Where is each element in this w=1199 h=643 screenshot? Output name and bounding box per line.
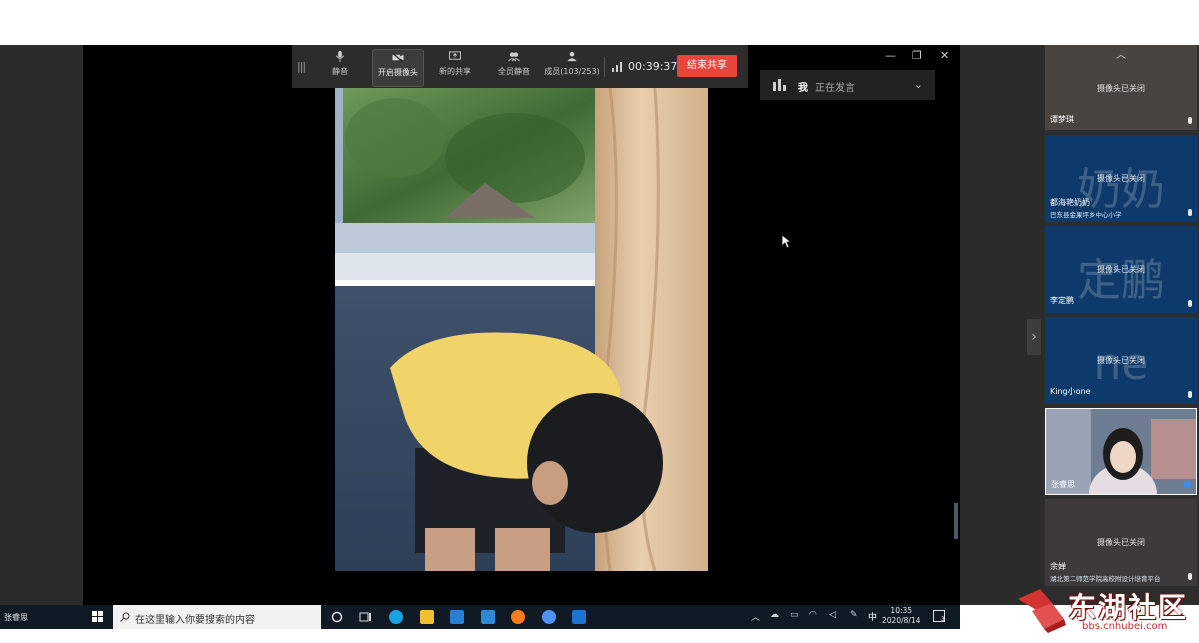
speaker-status: 正在发言 bbox=[815, 83, 855, 94]
camera-off-text: 摄像头已关闭 bbox=[1097, 174, 1145, 183]
participant-name: 都海艳奶奶 bbox=[1050, 198, 1090, 207]
camera-off-text: 摄像头已关闭 bbox=[1097, 265, 1145, 274]
participant-org: 湖北第二师范学院高校附设计培育平台 bbox=[1050, 575, 1161, 583]
speaking-bars-icon bbox=[773, 79, 786, 91]
mute-all-button[interactable]: 全员静音 bbox=[494, 49, 534, 85]
minimize-icon[interactable]: — bbox=[885, 49, 896, 62]
panel-gap: › bbox=[954, 45, 1043, 605]
new-share-button[interactable]: 新的共享 bbox=[437, 49, 473, 85]
participant-tile[interactable]: ne 摄像头已关闭 King小one bbox=[1045, 317, 1197, 404]
volume-icon[interactable]: ◁ bbox=[829, 610, 836, 620]
video-scene bbox=[335, 88, 708, 571]
camera-off-icon bbox=[392, 52, 404, 63]
start-camera-button[interactable]: 开启摄像头 bbox=[372, 49, 424, 87]
participant-tile[interactable]: 奶奶 摄像头已关闭 都海艳奶奶 巴东县金果坪乡中心小学 bbox=[1045, 135, 1197, 222]
share-label: 新的共享 bbox=[439, 67, 471, 76]
scroll-indicator bbox=[954, 503, 958, 539]
members-label: 成员(103/253) bbox=[544, 67, 600, 76]
user-label: 张睿思 bbox=[4, 613, 28, 622]
file-explorer-icon[interactable] bbox=[420, 610, 434, 624]
mute-all-label: 全员静音 bbox=[498, 67, 530, 76]
mic-icon bbox=[1188, 391, 1192, 398]
camera-on-icon bbox=[1184, 481, 1191, 487]
end-share-button[interactable]: 结束共享 bbox=[677, 55, 737, 77]
participant-name: 李定鹏 bbox=[1050, 296, 1074, 305]
camera-off-text: 摄像头已关闭 bbox=[1097, 538, 1145, 547]
meeting-toolbar: ||| 静音 开启摄像头 新的共享 全员静音 成员(103/253) 00:39… bbox=[292, 45, 748, 88]
participant-name: King小one bbox=[1050, 387, 1091, 396]
microphone-icon bbox=[335, 51, 345, 62]
clock-time: 10:35 bbox=[890, 606, 913, 615]
shared-video-frame bbox=[335, 88, 708, 571]
ime-indicator[interactable]: 中 bbox=[868, 610, 877, 623]
cortana-icon[interactable] bbox=[330, 610, 344, 624]
participant-tile[interactable]: 摄像头已关闭 余婵 湖北第二师范学院高校附设计培育平台 bbox=[1045, 499, 1197, 586]
mute-button[interactable]: 静音 bbox=[322, 49, 358, 85]
toolbar-divider bbox=[604, 57, 605, 77]
mic-icon bbox=[1188, 117, 1192, 124]
participant-list: 摄像头已关闭 谭梦琪 奶奶 摄像头已关闭 都海艳奶奶 巴东县金果坪乡中心小学 定… bbox=[1043, 45, 1199, 605]
participant-name: 余婵 bbox=[1050, 562, 1066, 571]
mic-icon bbox=[1188, 209, 1192, 216]
media-player-icon[interactable] bbox=[572, 610, 586, 624]
windows-start-icon[interactable] bbox=[92, 611, 103, 622]
site-watermark: 东湖社区 bbs.cnhubei.com bbox=[1018, 583, 1199, 643]
taskbar-clock[interactable]: 10:35 2020/8/14 bbox=[882, 606, 920, 626]
participant-org: 巴东县金果坪乡中心小学 bbox=[1050, 211, 1122, 219]
participant-tile[interactable]: 定鹏 摄像头已关闭 李定鹏 bbox=[1045, 226, 1197, 313]
drag-handle-icon[interactable]: ||| bbox=[297, 60, 306, 73]
task-view-icon[interactable] bbox=[359, 610, 373, 624]
mic-icon bbox=[1188, 300, 1192, 307]
notification-count: 3 bbox=[941, 616, 945, 623]
tray-expand-icon[interactable]: ︿ bbox=[751, 610, 760, 623]
battery-icon[interactable]: ▭ bbox=[790, 610, 799, 620]
camera-off-text: 摄像头已关闭 bbox=[1097, 84, 1145, 93]
close-icon[interactable]: ✕ bbox=[940, 49, 949, 62]
speaker-panel[interactable]: 我 正在发言 ⌄ bbox=[760, 70, 935, 100]
meeting-app-icon[interactable] bbox=[542, 610, 556, 624]
left-strip bbox=[0, 45, 83, 605]
camera-label: 开启摄像头 bbox=[378, 68, 418, 77]
mail-icon[interactable] bbox=[481, 610, 495, 624]
network-icon[interactable]: ◠ bbox=[809, 610, 817, 620]
participant-tile-active[interactable]: 张睿思 bbox=[1045, 408, 1197, 495]
meeting-timer: 00:39:37 bbox=[628, 60, 678, 73]
windows-taskbar: 张睿思 在这里输入你要搜索的内容 ︿ ☁ ▭ ◠ ◁ ✎ 中 10:35 202… bbox=[0, 605, 960, 629]
onedrive-icon[interactable]: ☁ bbox=[770, 610, 779, 620]
edge-browser-icon[interactable] bbox=[389, 610, 403, 624]
pen-icon[interactable]: ✎ bbox=[850, 610, 858, 620]
camera-off-text: 摄像头已关闭 bbox=[1097, 356, 1145, 365]
taskbar-search-input[interactable]: 在这里输入你要搜索的内容 bbox=[113, 605, 321, 629]
search-placeholder: 在这里输入你要搜索的内容 bbox=[135, 615, 255, 626]
watermark-url: bbs.cnhubei.com bbox=[1082, 621, 1168, 632]
notification-icon[interactable]: 3 bbox=[933, 610, 945, 623]
participant-name: 张睿思 bbox=[1051, 480, 1075, 489]
chevron-right-icon[interactable]: › bbox=[1027, 319, 1041, 355]
top-margin bbox=[0, 0, 1199, 45]
participant-name: 谭梦琪 bbox=[1050, 115, 1074, 124]
store-icon[interactable] bbox=[450, 610, 464, 624]
search-icon bbox=[120, 612, 130, 622]
share-screen-icon bbox=[449, 51, 461, 60]
chevron-down-icon[interactable]: ⌄ bbox=[914, 78, 923, 91]
people-mute-icon bbox=[508, 52, 520, 62]
speaker-name: 我 bbox=[798, 83, 808, 94]
mute-label: 静音 bbox=[332, 67, 348, 76]
mic-icon bbox=[1188, 573, 1192, 580]
watermark-logo bbox=[1018, 589, 1066, 633]
watermark-name: 东湖社区 bbox=[1068, 591, 1189, 624]
mouse-cursor-icon bbox=[782, 235, 792, 249]
restore-icon[interactable]: ❐ bbox=[912, 49, 922, 62]
members-icon bbox=[567, 51, 577, 62]
clock-date: 2020/8/14 bbox=[882, 616, 921, 625]
chevron-up-icon[interactable]: ︿ bbox=[1116, 46, 1126, 61]
members-button[interactable]: 成员(103/253) bbox=[542, 49, 602, 85]
signal-bars-icon bbox=[612, 62, 622, 72]
firefox-icon[interactable] bbox=[511, 610, 525, 624]
